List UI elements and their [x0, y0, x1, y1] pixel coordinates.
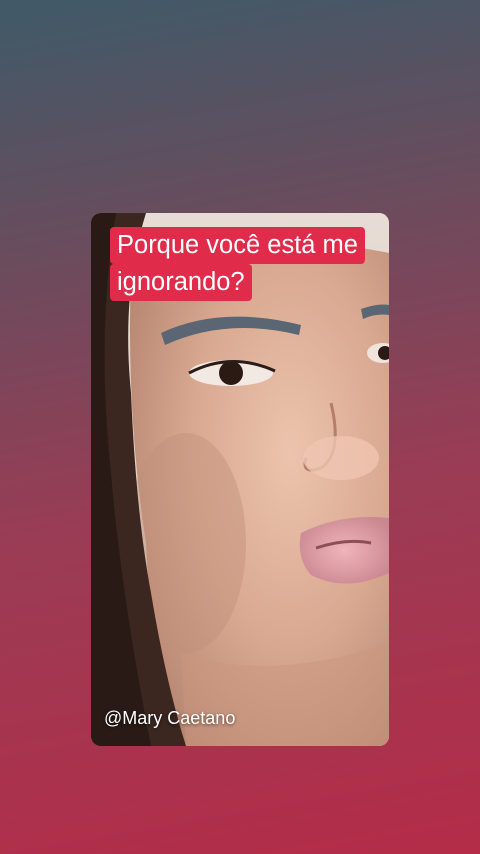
caption-line-2: ignorando?	[110, 264, 252, 301]
caption-overlay: Porque você está me ignorando?	[110, 227, 390, 301]
video-screen: { "caption": { "line1": "Porque você est…	[0, 0, 480, 854]
creator-handle-watermark: @Mary Caetano	[104, 708, 236, 728]
caption-line-1: Porque você está me	[110, 227, 365, 264]
